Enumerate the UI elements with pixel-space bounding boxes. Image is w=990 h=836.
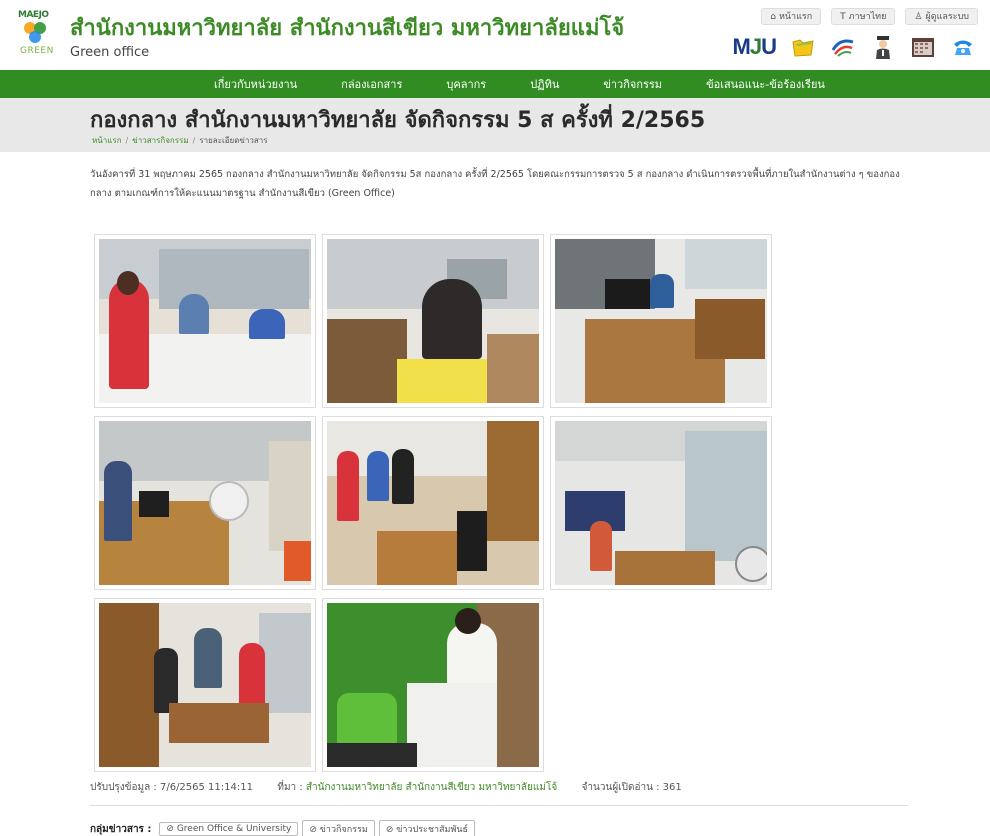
site-subtitle: Green office bbox=[70, 45, 150, 60]
nav-staff[interactable]: บุคลากร bbox=[424, 75, 508, 93]
news-description: วันอังคารที่ 31 พฤษภาคม 2565 กองกลาง สำน… bbox=[90, 169, 900, 199]
gallery-photo[interactable] bbox=[550, 234, 772, 408]
quick-icon-row: MJU bbox=[733, 34, 976, 60]
page-title: กองกลาง สำนักงานมหาวิทยาลัย จัดกิจกรรม 5… bbox=[90, 108, 706, 133]
tag-pr-news[interactable]: ⊘ ข่าวประชาสัมพันธ์ bbox=[378, 820, 476, 836]
calendar-icon[interactable] bbox=[910, 34, 936, 60]
logo-circles-icon bbox=[24, 22, 54, 44]
updated-value: 7/6/2565 11:14:11 bbox=[159, 782, 253, 793]
photo-gallery bbox=[94, 234, 774, 774]
gallery-photo[interactable] bbox=[94, 234, 316, 408]
source-label: ที่มา : bbox=[277, 782, 303, 793]
site-header: MAEJO GREEN สำนักงานมหาวิทยาลัย สำนักงาน… bbox=[0, 0, 990, 70]
tag-icon: ⊘ bbox=[385, 825, 397, 835]
breadcrumb: หน้าแรก / ข่าวสารกิจกรรม / รายละเอียดข่าวสาร bbox=[92, 136, 268, 145]
breadcrumb-current: รายละเอียดข่าวสาร bbox=[199, 136, 268, 145]
user-icon: ♙ bbox=[914, 12, 923, 22]
graduate-icon[interactable] bbox=[870, 34, 896, 60]
tag-green-office[interactable]: ⊘ Green Office & University bbox=[159, 822, 299, 836]
divider bbox=[90, 805, 908, 806]
gallery-photo[interactable] bbox=[550, 416, 772, 590]
top-links: ⌂ หน้าแรก T ภาษาไทย ♙ ผู้ดูแลระบบ bbox=[761, 8, 978, 25]
maejo-green-logo[interactable]: MAEJO GREEN bbox=[18, 10, 62, 60]
views-label: จำนวนผู้เปิดอ่าน : bbox=[581, 782, 660, 793]
globe-swoosh-icon[interactable] bbox=[830, 34, 856, 60]
nav-about[interactable]: เกี่ยวกับหน่วยงาน bbox=[192, 75, 319, 93]
site-title[interactable]: สำนักงานมหาวิทยาลัย สำนักงานสีเขียว มหาว… bbox=[70, 10, 624, 45]
tag-icon: ⊘ bbox=[309, 825, 320, 835]
tags-label: กลุ่มข่าวสาร : bbox=[90, 823, 152, 835]
home-link[interactable]: ⌂ หน้าแรก bbox=[761, 8, 822, 25]
gallery-photo[interactable] bbox=[94, 598, 316, 772]
language-link[interactable]: T ภาษาไทย bbox=[831, 8, 896, 25]
breadcrumb-home[interactable]: หน้าแรก bbox=[92, 136, 122, 145]
nav-activity-news[interactable]: ข่าวกิจกรรม bbox=[581, 75, 684, 93]
updated-label: ปรับปรุงข้อมูล : bbox=[90, 782, 157, 793]
nav-calendar[interactable]: ปฏิทิน bbox=[508, 75, 581, 93]
nav-documents[interactable]: กล่องเอกสาร bbox=[319, 75, 424, 93]
logo-text-top: MAEJO bbox=[18, 10, 49, 20]
nav-feedback[interactable]: ข้อเสนอแนะ-ข้อร้องเรียน bbox=[684, 75, 847, 93]
admin-link[interactable]: ♙ ผู้ดูแลระบบ bbox=[905, 8, 978, 25]
phone-icon[interactable] bbox=[950, 34, 976, 60]
logo-text-bottom: GREEN bbox=[20, 46, 54, 56]
gallery-photo[interactable] bbox=[322, 416, 544, 590]
gallery-photo[interactable] bbox=[322, 234, 544, 408]
mju-logo-link[interactable]: MJU bbox=[733, 34, 777, 60]
views-value: 361 bbox=[662, 782, 682, 793]
language-icon: T bbox=[840, 12, 846, 22]
tag-icon: ⊘ bbox=[166, 824, 177, 834]
folder-icon[interactable] bbox=[790, 34, 816, 60]
gallery-photo[interactable] bbox=[322, 598, 544, 772]
news-meta: ปรับปรุงข้อมูล : 7/6/2565 11:14:11 ที่มา… bbox=[90, 780, 682, 795]
title-band: กองกลาง สำนักงานมหาวิทยาลัย จัดกิจกรรม 5… bbox=[0, 98, 990, 152]
breadcrumb-activity-news[interactable]: ข่าวสารกิจกรรม bbox=[132, 136, 188, 145]
home-icon: ⌂ bbox=[770, 12, 776, 22]
main-nav: เกี่ยวกับหน่วยงาน กล่องเอกสาร บุคลากร ปฏ… bbox=[0, 70, 990, 98]
source-link[interactable]: สำนักงานมหาวิทยาลัย สำนักงานสีเขียว มหาว… bbox=[306, 782, 557, 793]
news-tags: กลุ่มข่าวสาร : ⊘ Green Office & Universi… bbox=[90, 820, 476, 836]
gallery-photo[interactable] bbox=[94, 416, 316, 590]
tag-activity-news[interactable]: ⊘ ข่าวกิจกรรม bbox=[302, 820, 375, 836]
